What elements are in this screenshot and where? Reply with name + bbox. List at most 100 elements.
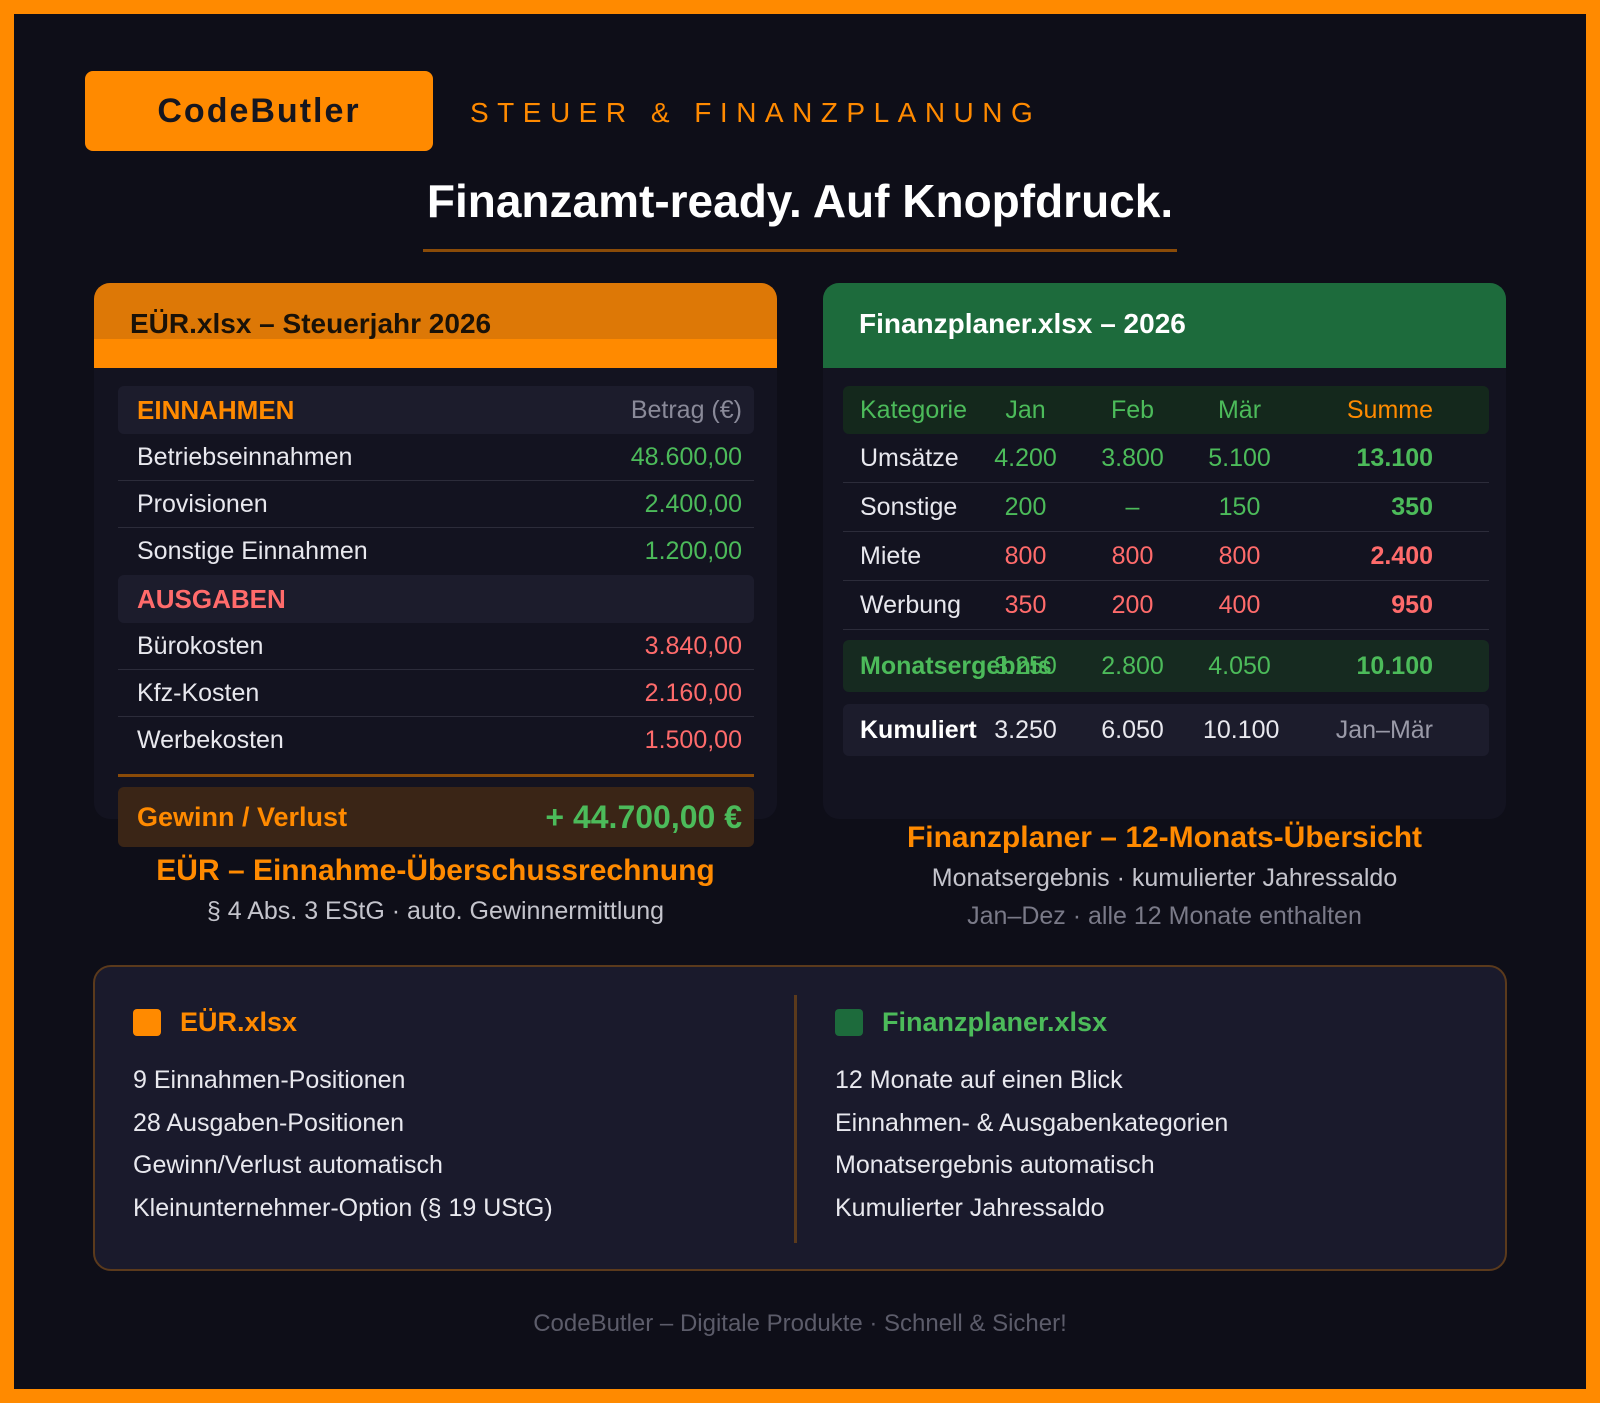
month-cell: 5.100	[1208, 443, 1271, 472]
sum-cell: Jan–Mär	[1335, 715, 1433, 744]
row-label: Kfz-Kosten	[137, 678, 260, 707]
column-header: Kategorie	[860, 395, 968, 424]
row-label: Bürokosten	[137, 631, 264, 660]
column-header: Feb	[1110, 395, 1155, 424]
total-divider	[118, 774, 754, 777]
fp-caption-title: Finanzplaner – 12-Monats-Übersicht	[906, 821, 1423, 854]
month-cell: 200	[1004, 492, 1047, 521]
feature-item: Einnahmen- & Ausgabenkategorien	[835, 1108, 1229, 1137]
headline: Finanzamt-ready. Auf Knopfdruck.	[426, 175, 1174, 227]
month-cell: 10.100	[1203, 715, 1280, 744]
feature-item: 28 Ausgaben-Positionen	[133, 1108, 405, 1137]
month-cell: 350	[1004, 590, 1047, 619]
month-cell: 800	[1218, 541, 1261, 570]
eur-caption-subtitle: § 4 Abs. 3 EStG · auto. Gewinnermittlung	[206, 897, 665, 925]
month-cell: –	[1125, 492, 1140, 521]
eur-features: EÜR.xlsx 9 Einnahmen-Positionen 28 Ausga…	[133, 1007, 553, 1229]
total-value: + 44.700,00 €	[545, 798, 742, 835]
row-value: 1.500,00	[644, 726, 742, 754]
feature-item: 12 Monate auf einen Blick	[835, 1066, 1123, 1094]
row-value: 1.200,00	[644, 537, 742, 565]
fp-caption-subtitle: Monatsergebnis · kumulierter Jahressaldo	[931, 864, 1398, 892]
month-cell: 800	[1004, 541, 1047, 570]
eur-features-title: EÜR.xlsx	[133, 1007, 553, 1038]
feature-box: EÜR.xlsx 9 Einnahmen-Positionen 28 Ausga…	[93, 965, 1507, 1271]
income-header: EINNAHMEN	[137, 394, 295, 425]
sum-cell: 350	[1391, 492, 1433, 521]
row-label: Werbekosten	[137, 726, 284, 754]
expense-row: Bürokosten 3.840,00	[118, 623, 754, 670]
eur-card-title: EÜR.xlsx – Steuerjahr 2026	[94, 283, 777, 368]
row-value: 2.400,00	[644, 489, 742, 518]
category-cell: Kumuliert	[860, 715, 977, 744]
month-cell: 2.800	[1101, 651, 1164, 680]
income-section-header: EINNAHMEN Betrag (€)	[118, 386, 754, 434]
sum-cell: 10.100	[1356, 651, 1433, 680]
footer: CodeButler – Digitale Produkte · Schnell…	[533, 1310, 1067, 1337]
row-label: Provisionen	[137, 489, 268, 518]
sum-cell: 2.400	[1370, 541, 1433, 570]
table-row: Sonstige 200 – 150 350	[843, 483, 1489, 532]
column-header: Summe	[1346, 395, 1433, 424]
row-value: 2.160,00	[644, 678, 742, 707]
feature-item: 9 Einnahmen-Positionen	[133, 1066, 406, 1094]
month-cell: 150	[1218, 492, 1261, 521]
fp-caption-note: Jan–Dez · alle 12 Monate enthalten	[967, 902, 1362, 930]
month-cell: 200	[1111, 590, 1154, 619]
brand-logo: CodeButler	[85, 71, 433, 151]
orange-square-icon	[133, 1009, 161, 1036]
month-cell: 4.200	[994, 443, 1057, 472]
fp-features: Finanzplaner.xlsx 12 Monate auf einen Bl…	[835, 1007, 1228, 1229]
row-value: 3.840,00	[644, 631, 742, 660]
feature-item: Gewinn/Verlust automatisch	[133, 1151, 443, 1179]
month-cell: 4.050	[1208, 651, 1271, 680]
month-cell: 400	[1218, 590, 1261, 619]
column-header: Mär	[1217, 395, 1262, 424]
cumulative-row: Kumuliert 3.250 6.050 10.100 Jan–Mär	[843, 704, 1489, 756]
total-row: Gewinn / Verlust + 44.700,00 €	[118, 787, 754, 847]
fp-features-title: Finanzplaner.xlsx	[835, 1007, 1228, 1038]
feature-item: Monatsergebnis automatisch	[835, 1151, 1155, 1179]
feature-item: Kumulierter Jahressaldo	[835, 1193, 1105, 1222]
brand-name: CodeButler	[157, 91, 361, 130]
category-cell: Werbung	[860, 590, 961, 619]
category-cell: Miete	[860, 541, 922, 570]
result-row: Monatsergebnis 3.250 2.800 4.050 10.100	[843, 640, 1489, 692]
row-label: Betriebseinnahmen	[137, 442, 353, 471]
table-row: Miete 800 800 800 2.400	[843, 532, 1489, 581]
expense-header: AUSGABEN	[137, 583, 286, 614]
sum-cell: 950	[1391, 590, 1433, 619]
row-label: Sonstige Einnahmen	[137, 537, 368, 565]
column-header: Jan	[1005, 395, 1046, 424]
income-row: Provisionen 2.400,00	[118, 481, 754, 528]
income-row: Sonstige Einnahmen 1.200,00	[118, 528, 754, 575]
month-cell: 800	[1111, 541, 1154, 570]
fp-card-title: Finanzplaner.xlsx – 2026	[823, 283, 1506, 368]
expense-row: Kfz-Kosten 2.160,00	[118, 670, 754, 717]
green-square-icon	[835, 1009, 863, 1036]
headline-divider	[423, 249, 1177, 252]
amount-header: Betrag (€)	[630, 395, 742, 424]
eur-table: EINNAHMEN Betrag (€) Betriebseinnahmen 4…	[118, 386, 754, 847]
feature-title: EÜR.xlsx	[180, 1007, 298, 1037]
feature-item: Kleinunternehmer-Option (§ 19 UStG)	[133, 1193, 553, 1222]
category-cell: Monatsergebnis	[860, 651, 1052, 680]
fp-table: Kategorie Jan Feb Mär Summe Umsätze 4.20…	[843, 386, 1489, 756]
category-cell: Sonstige	[860, 492, 958, 521]
month-cell: 3.250	[994, 715, 1057, 744]
income-row: Betriebseinnahmen 48.600,00	[118, 434, 754, 481]
expense-section-header: AUSGABEN	[118, 575, 754, 623]
total-label: Gewinn / Verlust	[137, 801, 348, 832]
table-row: Werbung 350 200 400 950	[843, 581, 1489, 630]
eur-caption-title: EÜR – Einnahme-Überschussrechnung	[156, 854, 715, 887]
sum-cell: 13.100	[1356, 443, 1433, 472]
fp-header-row: Kategorie Jan Feb Mär Summe	[843, 386, 1489, 434]
expense-row: Werbekosten 1.500,00	[118, 717, 754, 764]
month-cell: 3.800	[1101, 443, 1164, 472]
feature-divider	[794, 995, 797, 1243]
table-row: Umsätze 4.200 3.800 5.100 13.100	[843, 434, 1489, 483]
category-cell: Umsätze	[860, 443, 959, 472]
tagline: STEUER & FINANZPLANUNG	[470, 97, 1042, 128]
feature-title: Finanzplaner.xlsx	[882, 1007, 1108, 1037]
row-value: 48.600,00	[630, 442, 742, 471]
